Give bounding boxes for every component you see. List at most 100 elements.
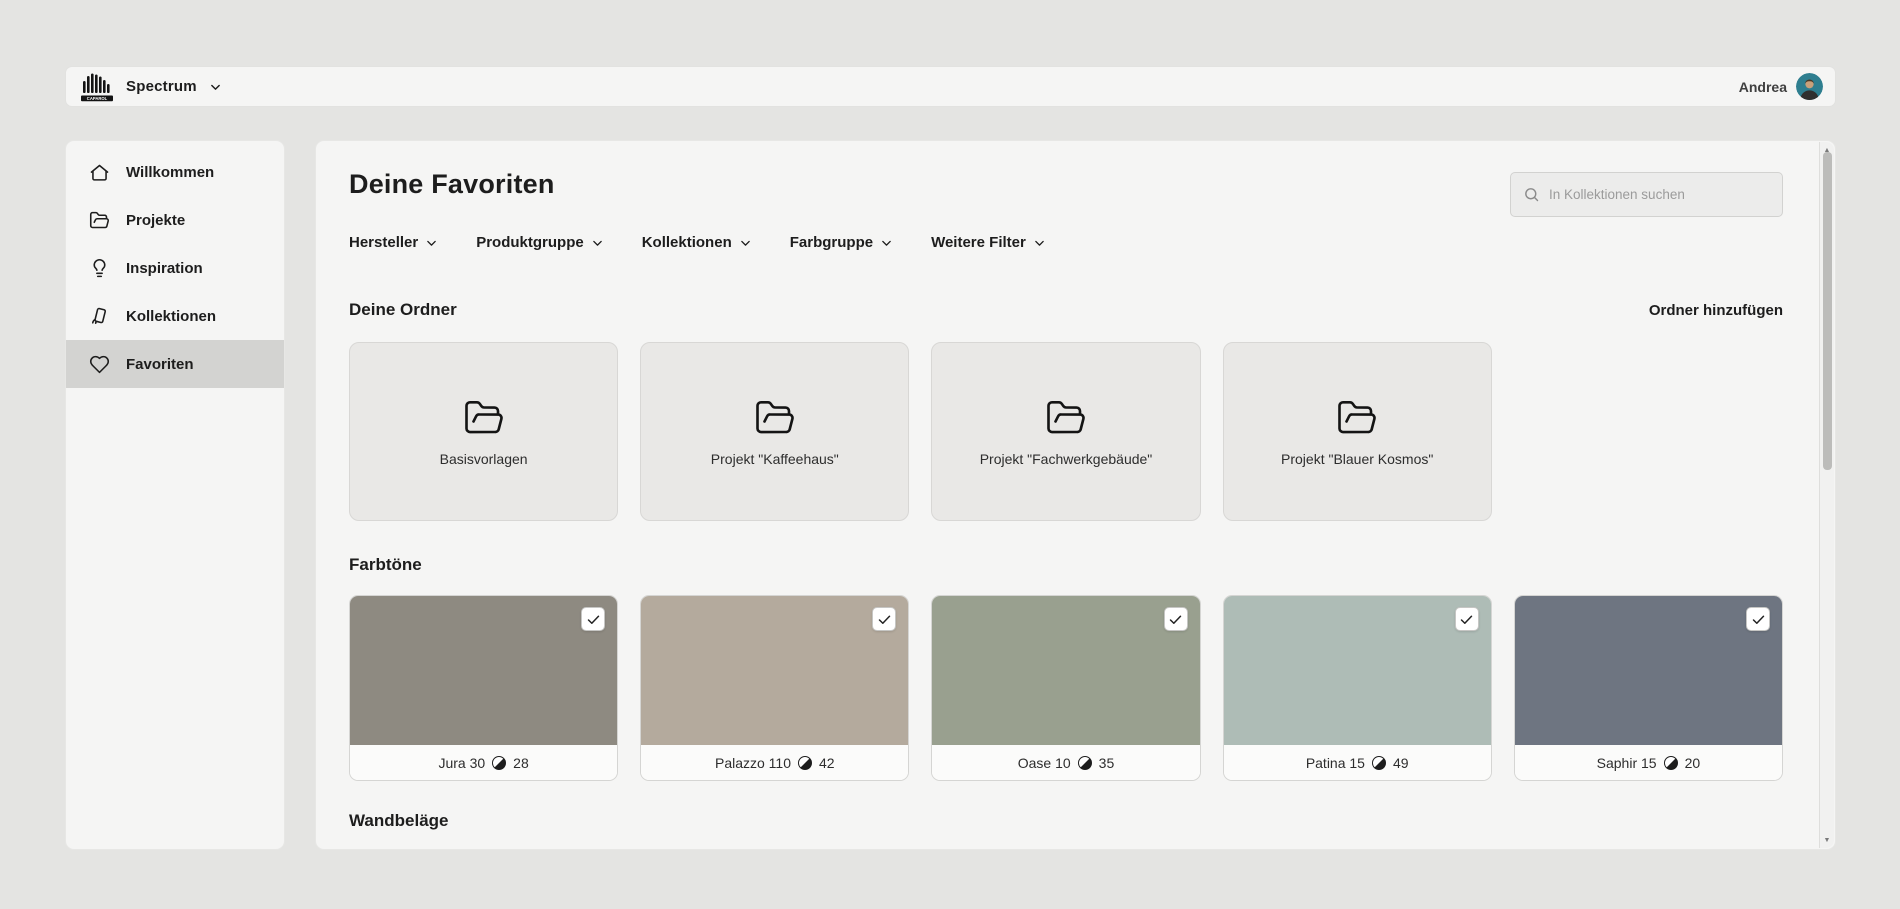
- color-card[interactable]: Oase 10 35: [931, 595, 1200, 781]
- sidebar-item-label: Favoriten: [126, 356, 194, 373]
- chevron-down-icon: [739, 237, 752, 250]
- shade-count: 49: [1393, 755, 1409, 771]
- sidebar-item-label: Projekte: [126, 212, 185, 229]
- color-grid: Jura 30 28 Palazzo 110 42: [349, 595, 1783, 781]
- color-name: Oase 10: [1018, 755, 1071, 771]
- folder-card[interactable]: Projekt "Fachwerkgebäude": [931, 342, 1200, 521]
- color-swatch: [932, 596, 1199, 745]
- shade-count-icon: [1372, 756, 1386, 770]
- sidebar-item-inspiration[interactable]: Inspiration: [66, 244, 284, 292]
- chevron-down-icon: [209, 81, 222, 94]
- filter-produktgruppe[interactable]: Produktgruppe: [476, 234, 604, 251]
- folder-name: Projekt "Blauer Kosmos": [1281, 451, 1433, 467]
- folder-open-icon: [1045, 397, 1087, 439]
- sidebar-item-willkommen[interactable]: Willkommen: [66, 148, 284, 196]
- sidebar-item-favoriten[interactable]: Favoriten: [66, 340, 284, 388]
- color-card-footer: Jura 30 28: [350, 745, 617, 781]
- shade-count: 35: [1099, 755, 1115, 771]
- folder-name: Projekt "Fachwerkgebäude": [980, 451, 1153, 467]
- folder-open-icon: [1336, 397, 1378, 439]
- heart-icon: [89, 354, 110, 375]
- color-name: Patina 15: [1306, 755, 1365, 771]
- color-swatch: [1515, 596, 1782, 745]
- sidebar-item-label: Inspiration: [126, 260, 203, 277]
- folder-open-icon: [463, 397, 505, 439]
- checkbox-checked[interactable]: [581, 607, 605, 631]
- chevron-down-icon: [1033, 237, 1046, 250]
- folder-grid: Basisvorlagen Projekt "Kaffeehaus" Proje…: [349, 342, 1783, 521]
- folder-card[interactable]: Projekt "Blauer Kosmos": [1223, 342, 1492, 521]
- folder-name: Projekt "Kaffeehaus": [711, 451, 839, 467]
- shade-count-icon: [798, 756, 812, 770]
- section-title-farbtoene: Farbtöne: [349, 555, 422, 575]
- chevron-down-icon: [425, 237, 438, 250]
- shade-count: 28: [513, 755, 529, 771]
- search-icon: [1523, 186, 1540, 203]
- sidebar-item-kollektionen[interactable]: Kollektionen: [66, 292, 284, 340]
- user-name: Andrea: [1739, 79, 1787, 95]
- user-menu[interactable]: Andrea: [1739, 73, 1823, 100]
- home-icon: [89, 162, 110, 183]
- swatchbook-icon: [89, 306, 110, 327]
- color-card-footer: Saphir 15 20: [1515, 745, 1782, 781]
- sidebar-item-label: Kollektionen: [126, 308, 216, 325]
- add-folder-button[interactable]: Ordner hinzufügen: [1649, 302, 1783, 319]
- checkbox-checked[interactable]: [1455, 607, 1479, 631]
- sidebar-item-projekte[interactable]: Projekte: [66, 196, 284, 244]
- search-box: [1510, 172, 1783, 217]
- filter-weitere-filter[interactable]: Weitere Filter: [931, 234, 1046, 251]
- folder-card[interactable]: Basisvorlagen: [349, 342, 618, 521]
- shade-count: 42: [819, 755, 835, 771]
- color-card[interactable]: Palazzo 110 42: [640, 595, 909, 781]
- avatar: [1796, 73, 1823, 100]
- check-icon: [1459, 612, 1474, 627]
- chevron-down-icon: [591, 237, 604, 250]
- shade-count-icon: [492, 756, 506, 770]
- color-swatch: [1224, 596, 1491, 745]
- check-icon: [586, 612, 601, 627]
- color-card[interactable]: Patina 15 49: [1223, 595, 1492, 781]
- topbar: CAPAROL Spectrum Andrea: [65, 66, 1836, 107]
- color-name: Palazzo 110: [715, 755, 791, 771]
- color-card[interactable]: Saphir 15 20: [1514, 595, 1783, 781]
- lightbulb-icon: [89, 258, 110, 279]
- brand-name: Spectrum: [126, 78, 197, 95]
- filter-kollektionen[interactable]: Kollektionen: [642, 234, 752, 251]
- color-swatch: [641, 596, 908, 745]
- scroll-down-arrow[interactable]: ▼: [1820, 834, 1834, 846]
- sidebar-item-label: Willkommen: [126, 164, 214, 181]
- svg-text:CAPAROL: CAPAROL: [87, 96, 108, 101]
- scrollbar-thumb[interactable]: [1823, 152, 1832, 470]
- section-title-ordner: Deine Ordner: [349, 300, 457, 320]
- checkbox-checked[interactable]: [1164, 607, 1188, 631]
- page-title: Deine Favoriten: [349, 169, 555, 200]
- check-icon: [1168, 612, 1183, 627]
- folder-open-icon: [754, 397, 796, 439]
- chevron-down-icon: [880, 237, 893, 250]
- scrollbar: ▲ ▼: [1819, 142, 1834, 848]
- folder-grid-empty-cell: [1514, 342, 1783, 521]
- checkbox-checked[interactable]: [872, 607, 896, 631]
- color-card[interactable]: Jura 30 28: [349, 595, 618, 781]
- brand-menu[interactable]: CAPAROL Spectrum: [80, 71, 222, 102]
- color-name: Jura 30: [438, 755, 485, 771]
- filter-hersteller[interactable]: Hersteller: [349, 234, 438, 251]
- section-title-wandbelaege: Wandbeläge: [349, 811, 449, 831]
- sidebar: Willkommen Projekte Inspiration Kollekti…: [65, 140, 285, 850]
- check-icon: [1751, 612, 1766, 627]
- color-card-footer: Palazzo 110 42: [641, 745, 908, 781]
- checkbox-checked[interactable]: [1746, 607, 1770, 631]
- filter-farbgruppe[interactable]: Farbgruppe: [790, 234, 893, 251]
- folder-open-icon: [89, 210, 110, 231]
- color-swatch: [350, 596, 617, 745]
- search-input[interactable]: [1549, 187, 1770, 202]
- folder-name: Basisvorlagen: [440, 451, 528, 467]
- shade-count-icon: [1078, 756, 1092, 770]
- color-name: Saphir 15: [1597, 755, 1657, 771]
- color-card-footer: Oase 10 35: [932, 745, 1199, 781]
- color-card-footer: Patina 15 49: [1224, 745, 1491, 781]
- shade-count-icon: [1664, 756, 1678, 770]
- folder-card[interactable]: Projekt "Kaffeehaus": [640, 342, 909, 521]
- caparol-logo-icon: CAPAROL: [80, 71, 114, 102]
- filter-bar: Hersteller Produktgruppe Kollektionen Fa…: [349, 234, 1783, 251]
